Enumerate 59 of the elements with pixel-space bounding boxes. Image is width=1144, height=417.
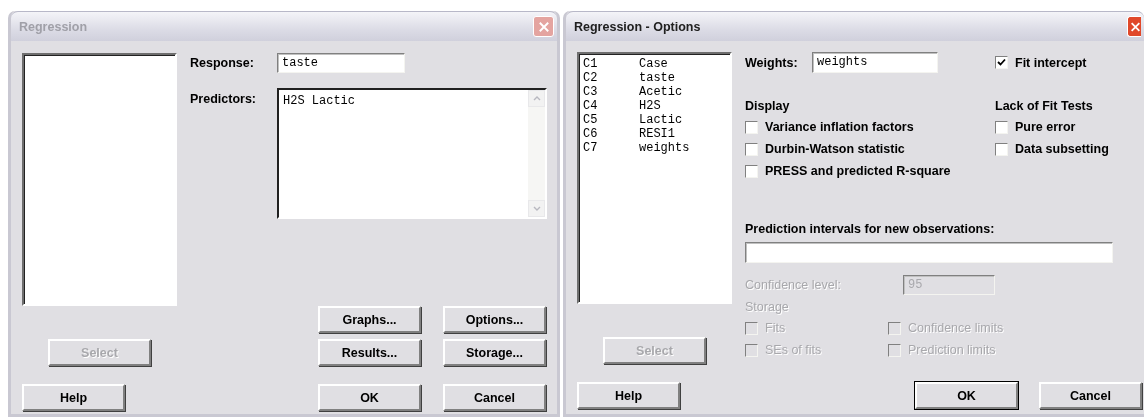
- column-name[interactable]: taste: [639, 71, 675, 85]
- weights-field[interactable]: weights: [812, 52, 938, 73]
- field-label: Weights:: [745, 55, 799, 70]
- help-button[interactable]: Help: [22, 384, 125, 411]
- window-title: Regression - Options: [574, 19, 701, 34]
- section-heading: Display: [745, 99, 790, 114]
- cancel-button[interactable]: Cancel: [443, 384, 546, 411]
- close-button[interactable]: [1127, 16, 1141, 37]
- variable-list[interactable]: [22, 53, 177, 306]
- column-list[interactable]: C1 Case C2 taste C3 Acetic C4 H2S C5 Lactic C6 RESI1 C7 weights: [577, 52, 732, 304]
- checkbox-label[interactable]: Data subsetting: [1015, 142, 1109, 156]
- ok-button[interactable]: OK: [318, 384, 421, 411]
- column-number[interactable]: C4: [583, 99, 639, 113]
- response-field[interactable]: taste: [277, 53, 405, 73]
- close-icon: [1130, 20, 1141, 33]
- checkbox[interactable]: [995, 56, 1008, 69]
- checkbox[interactable]: [745, 142, 758, 156]
- window-title: Regression: [19, 19, 88, 34]
- checkbox-label[interactable]: Durbin-Watson statistic: [765, 142, 905, 156]
- checkbox-label[interactable]: Variance inflation factors: [765, 120, 914, 134]
- cancel-button[interactable]: Cancel: [1039, 382, 1142, 409]
- section-heading: Storage: [745, 300, 789, 315]
- field-label: Prediction intervals for new observations:: [745, 222, 995, 236]
- chevron-down-icon: [532, 206, 541, 211]
- field-label: Predictors:: [190, 92, 257, 108]
- dialog-button[interactable]: Graphs...: [318, 306, 421, 333]
- prediction-field[interactable]: [745, 242, 1113, 263]
- checkbox[interactable]: [745, 120, 758, 134]
- column-number[interactable]: C5: [583, 113, 639, 127]
- column-name[interactable]: weights: [639, 141, 690, 155]
- checkbox-label[interactable]: Pure error: [1015, 120, 1076, 134]
- predictors-field[interactable]: H2S Lactic: [277, 88, 547, 219]
- column-name[interactable]: Case: [639, 57, 668, 71]
- column-number[interactable]: C6: [583, 127, 639, 141]
- column-name[interactable]: Lactic: [639, 113, 683, 127]
- column-name[interactable]: RESI1: [639, 127, 675, 141]
- dialog-button[interactable]: Results...: [318, 339, 421, 366]
- column-number[interactable]: C1: [583, 57, 639, 71]
- checkbox[interactable]: [745, 164, 758, 178]
- column-number[interactable]: C7: [583, 141, 639, 155]
- close-icon: [537, 20, 550, 33]
- field-label: Confidence level:: [745, 278, 842, 292]
- dialog-button[interactable]: Storage...: [443, 339, 546, 366]
- help-button[interactable]: Help: [577, 382, 680, 409]
- column-number[interactable]: C3: [583, 85, 639, 99]
- section-heading: Lack of Fit Tests: [995, 99, 1093, 114]
- checkbox-label[interactable]: Fit intercept: [1015, 55, 1087, 70]
- column-name[interactable]: H2S: [639, 99, 661, 113]
- chevron-up-icon: [532, 96, 541, 101]
- checkbox[interactable]: [995, 120, 1008, 134]
- field-label: Response:: [190, 56, 255, 70]
- dialog-button[interactable]: Options...: [443, 306, 546, 333]
- column-name[interactable]: Acetic: [639, 85, 683, 99]
- field-value: H2S Lactic: [282, 93, 356, 110]
- column-number[interactable]: C2: [583, 71, 639, 85]
- ok-button[interactable]: OK: [915, 382, 1018, 409]
- checkbox-label[interactable]: PRESS and predicted R-square: [765, 164, 951, 178]
- checkbox[interactable]: [995, 142, 1008, 156]
- close-button[interactable]: [533, 16, 554, 37]
